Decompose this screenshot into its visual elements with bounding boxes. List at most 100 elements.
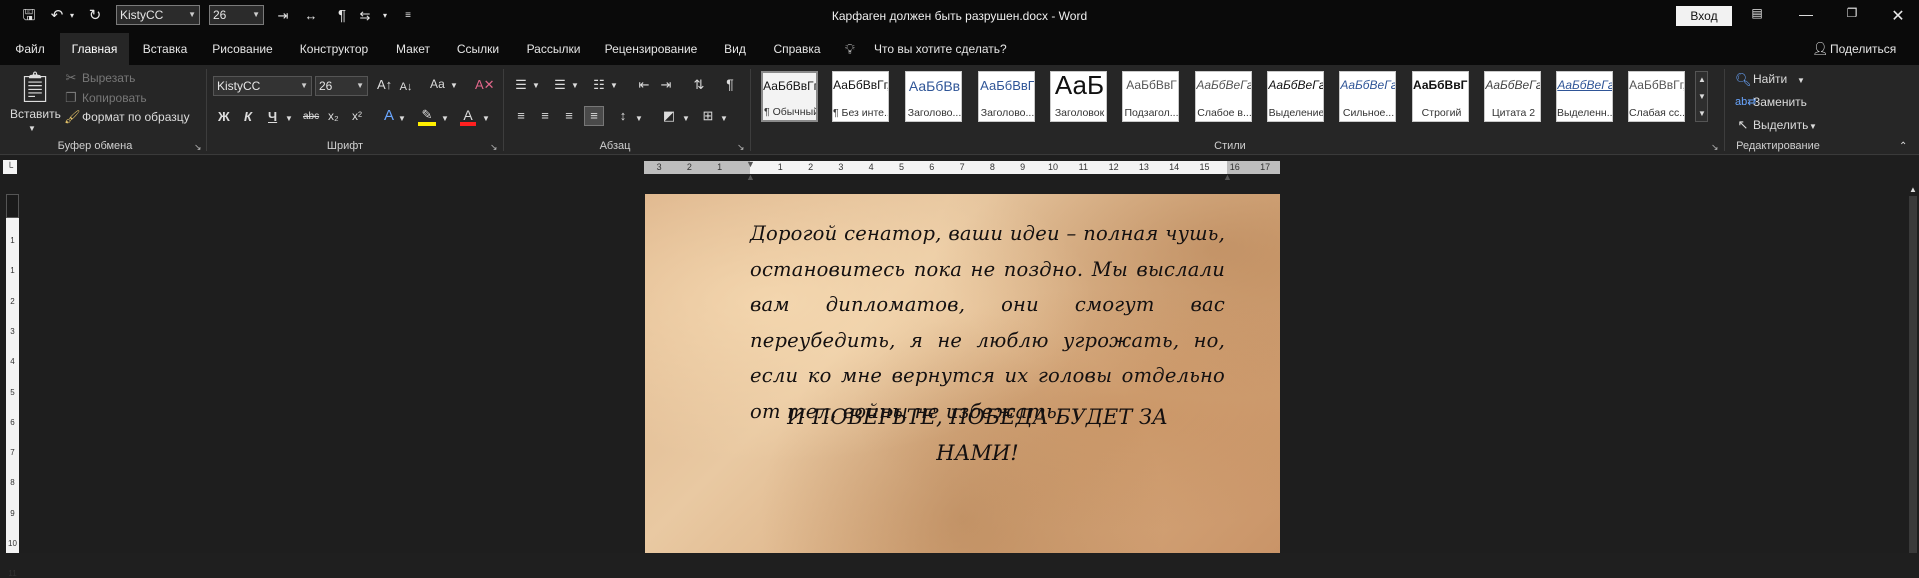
document-page[interactable]: Дорогой сенатор, ваши идеи – полная чушь… — [645, 194, 1280, 553]
tab-view[interactable]: Вид — [715, 33, 755, 65]
style-tile[interactable]: АаБбВвГ Подзагол... — [1122, 71, 1179, 122]
tab-help[interactable]: Справка — [766, 33, 828, 65]
align-left-icon[interactable]: ≡ — [513, 108, 529, 124]
chevron-down-icon[interactable]: ▼ — [1809, 119, 1817, 135]
style-tile[interactable]: АаБ Заголовок — [1050, 71, 1107, 122]
style-tile[interactable]: АаБбВеГг Выделенн... — [1556, 71, 1613, 122]
minimize-icon[interactable]: — — [1786, 6, 1826, 22]
scrollbar-thumb[interactable] — [1909, 196, 1917, 553]
chevron-down-icon[interactable]: ▼ — [571, 78, 579, 94]
chevron-down-icon[interactable]: ▼ — [441, 111, 449, 127]
vertical-scrollbar[interactable]: ▲ — [1907, 182, 1919, 553]
dialog-launcher-icon[interactable]: ↘ — [737, 142, 745, 153]
increase-indent-icon[interactable]: ⇥ — [658, 77, 674, 93]
show-marks-icon[interactable]: ¶ — [722, 76, 738, 92]
shading-icon[interactable]: ◩ — [661, 108, 677, 124]
tab-insert[interactable]: Вставка — [135, 33, 195, 65]
document-closing-paragraph[interactable]: И ПОВЕРЬТЕ, ПОБЕДА БУДЕТ ЗА НАМИ! — [770, 399, 1185, 471]
login-button[interactable]: Вход — [1676, 6, 1732, 26]
chevron-up-icon[interactable]: ▲ — [1697, 72, 1707, 88]
line-spacing-icon[interactable]: ↕ — [615, 108, 631, 124]
borders-icon[interactable]: ⊞ — [700, 108, 716, 124]
style-tile[interactable]: АаБбВвГг, ¶ Без инте... — [832, 71, 889, 122]
paste-icon[interactable]: 📋︎ — [16, 70, 54, 106]
chevron-down-icon[interactable]: ▼ — [532, 78, 540, 94]
clear-formatting-icon[interactable]: A✕ — [475, 77, 495, 93]
chevron-down-icon[interactable]: ▼ — [1797, 73, 1805, 89]
superscript-button[interactable]: x² — [352, 109, 362, 123]
chevron-down-icon[interactable]: ▼ — [1697, 89, 1707, 105]
style-tile[interactable]: АаБбВвГг, Слабая сс... — [1628, 71, 1685, 122]
style-tile[interactable]: АаБбВеГг Цитата 2 — [1484, 71, 1541, 122]
tab-references[interactable]: Ссылки — [449, 33, 507, 65]
shrink-font-icon[interactable]: A↓ — [399, 79, 413, 95]
indent-marker-icon[interactable]: ▼ — [746, 159, 755, 169]
style-tile[interactable]: АаБбВеГг Выделение — [1267, 71, 1324, 122]
copy-button[interactable]: Копировать — [82, 91, 147, 105]
sort-icon[interactable]: ⇅ — [691, 77, 707, 93]
chevron-down-icon[interactable]: ▼ — [450, 78, 458, 94]
dialog-launcher-icon[interactable]: ↘ — [1711, 142, 1719, 153]
multilevel-list-icon[interactable]: ☷ — [591, 77, 607, 93]
chevron-down-icon[interactable]: ▼ — [682, 111, 690, 127]
text-effects-icon[interactable]: A — [381, 108, 397, 124]
decrease-indent-icon[interactable]: ⇤ — [636, 77, 652, 93]
style-tile[interactable]: АаБбВвГг, ¶ Обычный — [761, 71, 818, 122]
font-name-combo[interactable]: KistyCC ▼ — [213, 76, 312, 96]
chevron-down-icon[interactable]: ▼ — [398, 111, 406, 127]
highlight-icon[interactable]: ✎ — [418, 108, 436, 126]
align-right-icon[interactable]: ≡ — [561, 108, 577, 124]
bullets-icon[interactable]: ☰ — [513, 77, 529, 93]
style-tile[interactable]: АаБбВвГ Заголово... — [978, 71, 1035, 122]
cut-button[interactable]: Вырезать — [82, 71, 135, 85]
style-tile[interactable]: АаБбВвГг Строгий — [1412, 71, 1469, 122]
document-body-paragraph[interactable]: Дорогой сенатор, ваши идеи – полная чушь… — [750, 216, 1225, 429]
chevron-down-icon[interactable]: ▼ — [610, 78, 618, 94]
close-icon[interactable]: ✕ — [1878, 6, 1918, 26]
dialog-launcher-icon[interactable]: ↘ — [194, 142, 202, 153]
collapse-ribbon-icon[interactable]: ⌃ — [1899, 139, 1907, 155]
style-tile[interactable]: АаБбВв Заголово... — [905, 71, 962, 122]
font-color-icon[interactable]: A — [460, 108, 476, 126]
format-painter-button[interactable]: Формат по образцу — [82, 110, 190, 124]
chevron-down-icon[interactable]: ▼ — [285, 111, 293, 127]
underline-button[interactable]: Ч — [268, 109, 277, 124]
paste-button-label[interactable]: Вставить — [10, 107, 61, 121]
style-tile[interactable]: АаБбВеГг Слабое в... — [1195, 71, 1252, 122]
chevron-down-icon[interactable]: ▼ — [482, 111, 490, 127]
style-tile[interactable]: АаБбВеГг Сильное... — [1339, 71, 1396, 122]
tab-design[interactable]: Конструктор — [290, 33, 378, 65]
select-button[interactable]: Выделить — [1753, 118, 1808, 132]
align-center-icon[interactable]: ≡ — [537, 108, 553, 124]
tab-mailings[interactable]: Рассылки — [516, 33, 591, 65]
more-styles-icon[interactable]: ▼ — [1697, 106, 1707, 122]
hanging-indent-icon[interactable]: ▲ — [746, 172, 755, 182]
tab-home[interactable]: Главная — [60, 33, 129, 65]
chevron-down-icon[interactable]: ▼ — [720, 111, 728, 127]
dialog-launcher-icon[interactable]: ↘ — [490, 142, 498, 153]
justify-icon[interactable]: ≡ — [584, 106, 604, 126]
tab-file[interactable]: Файл — [8, 33, 52, 65]
tab-selector[interactable]: └ — [3, 160, 17, 174]
ribbon-display-icon[interactable]: ▤ — [1737, 6, 1777, 20]
find-button[interactable]: Найти — [1753, 72, 1787, 86]
tab-layout[interactable]: Макет — [388, 33, 438, 65]
right-indent-icon[interactable]: ▲ — [1223, 172, 1232, 182]
bold-button[interactable]: Ж — [218, 109, 230, 124]
restore-icon[interactable]: ❐ — [1832, 6, 1872, 20]
tab-review[interactable]: Рецензирование — [601, 33, 701, 65]
share-button[interactable]: Поделиться — [1830, 42, 1896, 56]
replace-button[interactable]: Заменить — [1753, 95, 1807, 109]
tell-me-search[interactable]: Что вы хотите сделать? — [874, 42, 1007, 56]
grow-font-icon[interactable]: A↑ — [377, 77, 392, 93]
tab-draw[interactable]: Рисование — [205, 33, 280, 65]
chevron-down-icon[interactable]: ▼ — [635, 111, 643, 127]
subscript-button[interactable]: x₂ — [328, 109, 339, 123]
numbering-icon[interactable]: ☰ — [552, 77, 568, 93]
strikethrough-button[interactable]: abc — [303, 111, 319, 122]
change-case-button[interactable]: Аа — [430, 77, 445, 91]
italic-button[interactable]: К — [244, 109, 252, 124]
vertical-ruler[interactable]: 1 1 2 3 4 5 6 7 8 9 10 11 — [6, 218, 19, 578]
chevron-down-icon[interactable]: ▼ — [28, 121, 36, 137]
font-size-combo[interactable]: 26 ▼ — [315, 76, 368, 96]
